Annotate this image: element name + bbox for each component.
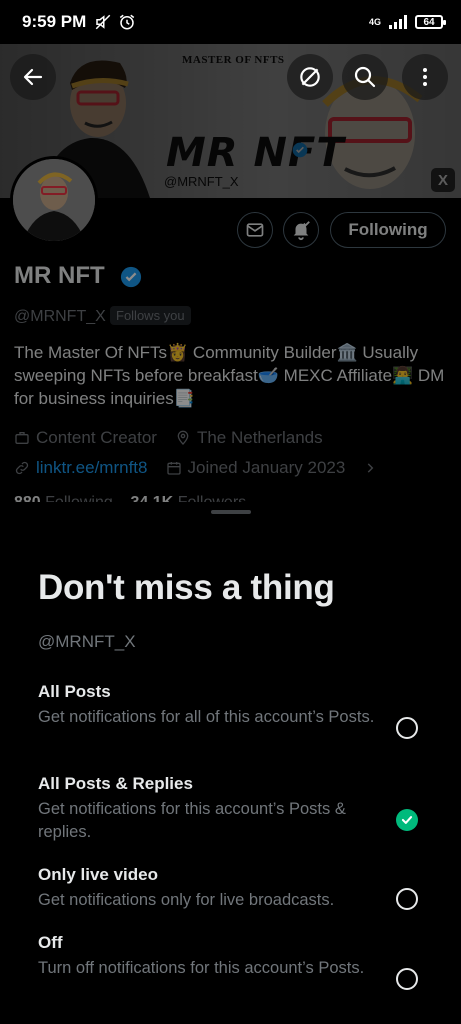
avatar-image bbox=[13, 159, 95, 241]
profile-link[interactable]: linktr.ee/mrnft8 bbox=[36, 458, 148, 478]
search-icon bbox=[354, 66, 376, 88]
profile-meta-row-1: Content Creator The Netherlands bbox=[14, 428, 323, 448]
message-button[interactable] bbox=[237, 212, 273, 248]
checkmark-icon bbox=[401, 816, 413, 824]
sheet-account-handle: @MRNFT_X bbox=[38, 632, 136, 651]
profile-name: MR NFT bbox=[14, 262, 105, 289]
back-arrow-icon bbox=[23, 68, 43, 86]
option-description: Get notifications only for live broadcas… bbox=[38, 891, 335, 909]
follows-you-badge: Follows you bbox=[110, 306, 191, 325]
more-vertical-icon bbox=[423, 68, 427, 86]
link-icon bbox=[15, 461, 29, 475]
radio-button[interactable] bbox=[396, 968, 418, 990]
back-button[interactable] bbox=[10, 54, 56, 100]
profile-avatar[interactable] bbox=[10, 156, 98, 244]
sheet-title: Don't miss a thing bbox=[38, 568, 335, 607]
radio-button-selected[interactable] bbox=[396, 809, 418, 831]
option-title: All Posts bbox=[38, 682, 111, 701]
mute-icon bbox=[95, 14, 111, 30]
radio-button[interactable] bbox=[396, 888, 418, 910]
option-description: Turn off notifications for this account’… bbox=[38, 959, 365, 977]
sheet-drag-handle[interactable] bbox=[211, 510, 251, 514]
chevron-right-icon[interactable] bbox=[363, 461, 377, 475]
profile-header: Following MR NFT @MRNFT_X Follows you Th… bbox=[0, 198, 461, 511]
envelope-icon bbox=[246, 223, 264, 237]
signal-icon bbox=[389, 15, 407, 29]
status-time: 9:59 PM bbox=[22, 12, 87, 31]
option-title: Off bbox=[38, 933, 63, 952]
profile-meta-row-2: linktr.ee/mrnft8 Joined January 2023 bbox=[14, 458, 377, 478]
verified-badge-icon bbox=[120, 266, 142, 288]
battery-level: 64 bbox=[423, 16, 435, 28]
notification-settings-sheet: Don't miss a thing @MRNFT_X All Posts Ge… bbox=[0, 502, 461, 1024]
option-only-live-video[interactable]: Only live video Get notifications only f… bbox=[38, 865, 438, 912]
option-all-posts-replies[interactable]: All Posts & Replies Get notifications fo… bbox=[38, 774, 438, 844]
notification-bell-button[interactable] bbox=[283, 212, 319, 248]
status-bar: 9:59 PM 4G 64 bbox=[0, 0, 461, 44]
option-off[interactable]: Off Turn off notifications for this acco… bbox=[38, 933, 438, 990]
profile-bio: The Master Of NFTs👸 Community Builder🏛️ … bbox=[14, 343, 445, 408]
blocked-circle-icon bbox=[300, 67, 320, 87]
briefcase-icon bbox=[15, 432, 29, 444]
profile-category: Content Creator bbox=[36, 428, 157, 447]
profile-joined: Joined January 2023 bbox=[187, 458, 346, 477]
radio-button[interactable] bbox=[396, 717, 418, 739]
profile-location: The Netherlands bbox=[196, 428, 323, 447]
option-title: All Posts & Replies bbox=[38, 774, 193, 793]
avatar-illustration bbox=[13, 159, 95, 241]
option-description: Get notifications for all of this accoun… bbox=[38, 708, 375, 726]
mute-profile-button[interactable] bbox=[287, 54, 333, 100]
bell-check-icon bbox=[293, 221, 310, 241]
location-pin-icon bbox=[177, 430, 189, 445]
search-button[interactable] bbox=[342, 54, 388, 100]
network-label: 4G bbox=[368, 17, 381, 27]
option-all-posts[interactable]: All Posts Get notifications for all of t… bbox=[38, 682, 438, 739]
calendar-icon bbox=[166, 462, 181, 475]
battery-icon: 64 bbox=[415, 15, 446, 29]
status-icons bbox=[94, 13, 136, 31]
option-description: Get notifications for this account’s Pos… bbox=[38, 800, 346, 841]
following-button[interactable]: Following bbox=[330, 212, 446, 248]
more-options-button[interactable] bbox=[402, 54, 448, 100]
alarm-icon bbox=[120, 14, 135, 30]
profile-handle: @MRNFT_X bbox=[14, 308, 106, 325]
option-title: Only live video bbox=[38, 865, 158, 884]
